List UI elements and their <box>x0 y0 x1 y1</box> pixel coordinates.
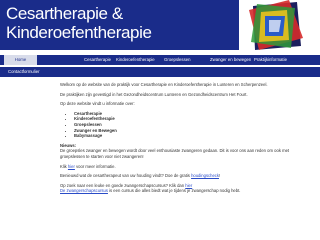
main-content: Welkom op de website van de praktijk voo… <box>60 82 310 198</box>
nav-item-home[interactable]: Home <box>4 55 37 65</box>
nav-item-cesartherapie[interactable]: Cesartherapie <box>84 55 111 65</box>
nieuws-klik-prefix: Klik <box>60 163 68 169</box>
intro-text: Welkom op de website van de praktijk voo… <box>60 82 268 87</box>
nieuws-hier-link[interactable]: hier <box>68 164 75 169</box>
zwanger-question: Op zoek naar een leuke en goede zwangers… <box>60 182 186 188</box>
houding-text: Benieuwd wat de cesartherapeut van uw ho… <box>60 173 310 179</box>
zwangerschapscursus-link[interactable]: De zwangerschapscursus <box>60 188 108 193</box>
nav-item-contactformulier[interactable]: Contactformulier <box>8 67 40 77</box>
main-nav: Home Cesartherapie Kinderoefentherapie G… <box>0 55 320 65</box>
zwangerschap-text: Op zoek naar een leuke en goede zwangers… <box>60 183 310 194</box>
nav-item-zwanger-en-bewegen[interactable]: Zwanger en bewegen <box>210 55 251 65</box>
site-title-banner[interactable]: Cesartherapie & Kinderoefentherapie <box>0 0 239 50</box>
zwanger-hier-link[interactable]: hier <box>185 183 192 188</box>
nieuws-klik: Klik hier voor meer informatie. <box>60 164 310 170</box>
site-title-line1: Cesartherapie & <box>6 4 123 23</box>
zwanger-rest: is een cursus die alles biedt wat je tij… <box>107 188 241 194</box>
nav-item-praktijkinformatie[interactable]: Praktijkinformatie <box>254 55 287 65</box>
nieuws-text: De groepsles zwanger en bewegen wordt do… <box>60 148 290 159</box>
houdingscheck-link[interactable]: houdingscheck <box>191 173 219 178</box>
nieuws-klik-suffix: voor meer informatie. <box>74 163 116 169</box>
secondary-nav: Contactformulier <box>0 67 320 77</box>
sidebar <box>0 80 58 240</box>
nav-item-groepslessen[interactable]: Groepslessen <box>164 55 191 65</box>
site-title-line2: Kinderoefentherapie <box>6 23 152 42</box>
logo-icon <box>249 0 303 50</box>
houding-suffix: ! <box>219 173 221 179</box>
nav-item-kinderoefentherapie[interactable]: Kinderoefentherapie <box>116 55 155 65</box>
practice-text: De praktijken zijn gevestigd in het Gezo… <box>60 91 248 97</box>
houding-prefix: Benieuwd wat de cesartherapeut van uw ho… <box>60 173 192 179</box>
site-header: Cesartherapie & Kinderoefentherapie <box>0 0 320 50</box>
page: Cesartherapie & Kinderoefentherapie Home… <box>0 0 320 240</box>
topic-item: Babymassage <box>74 133 310 139</box>
topics-list: Cesartherapie Kinderoefentherapie Groeps… <box>74 111 310 139</box>
overview-text: Op deze website vindt u informatie over: <box>60 101 135 107</box>
